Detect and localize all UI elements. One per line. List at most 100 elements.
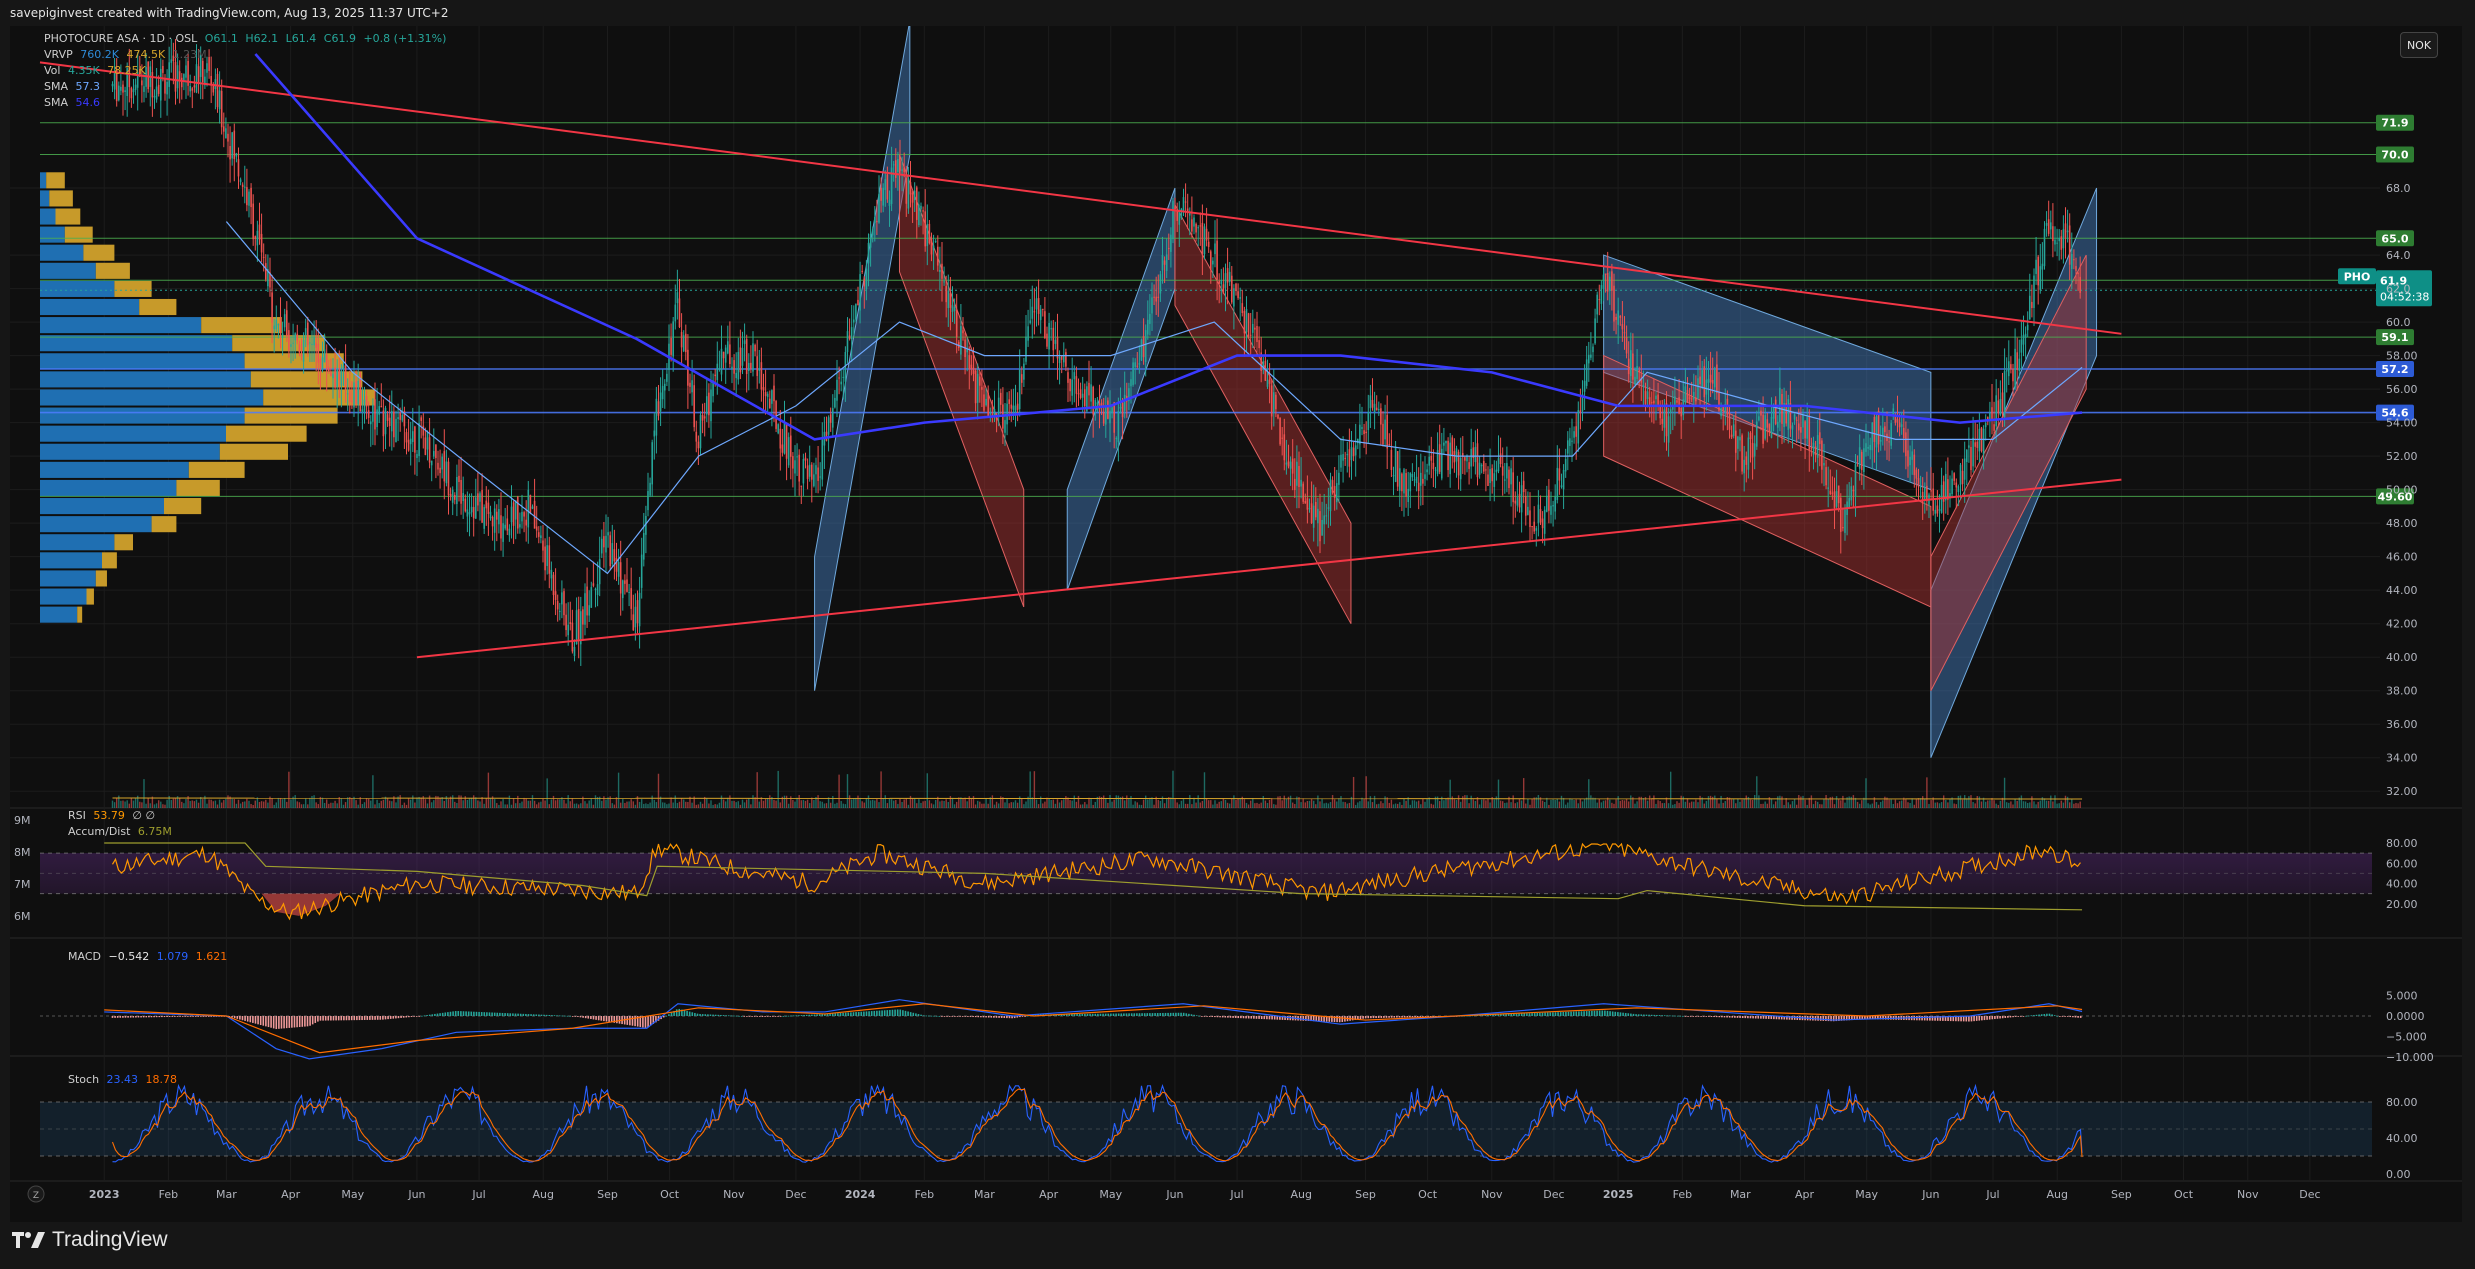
x-tick-label: Aug xyxy=(533,1188,554,1201)
currency-button[interactable]: NOK xyxy=(2400,32,2438,58)
volume-bar xyxy=(1894,799,1897,808)
candle-body xyxy=(672,321,674,357)
macd-hist-bar xyxy=(119,1016,122,1018)
macd-hist-bar xyxy=(1687,1016,1689,1017)
volume-bar xyxy=(777,770,779,808)
candle-body xyxy=(1440,448,1443,479)
macd-hist-bar xyxy=(1409,1016,1411,1018)
volume-bar xyxy=(1222,798,1225,808)
volume-bar xyxy=(265,799,267,808)
candle-body xyxy=(481,490,483,523)
tradingview-logo[interactable]: TradingView xyxy=(12,1228,168,1252)
candle-body xyxy=(1396,451,1399,487)
volume-bar xyxy=(533,800,536,808)
volume-bar xyxy=(1657,800,1659,808)
volume-bar xyxy=(880,771,882,808)
volume-bar xyxy=(640,799,643,808)
macd-signal-line[interactable] xyxy=(104,1003,2083,1054)
chart-svg[interactable]: 71.970.065.062.559.157.254.649.60PHO61.9… xyxy=(10,20,2462,1222)
volume-bar xyxy=(1577,803,1579,808)
volume-bar xyxy=(1042,803,1044,808)
volume-bar xyxy=(1052,799,1054,808)
candle-body xyxy=(1764,415,1766,439)
y-tick-label: 38.00 xyxy=(2386,685,2418,698)
candle-body xyxy=(2064,223,2067,238)
candle-body xyxy=(531,506,534,509)
volume-bar xyxy=(1995,803,1997,808)
vp-down-bar xyxy=(77,606,83,623)
macd-hist-bar xyxy=(2030,1015,2033,1017)
volume-bar xyxy=(1102,795,1105,808)
candle-body xyxy=(390,410,393,432)
candle-body xyxy=(166,81,168,95)
candle-body xyxy=(1241,303,1244,314)
macd-hist-bar xyxy=(769,1016,772,1017)
candle-body xyxy=(993,409,996,416)
volume-bar xyxy=(1065,796,1067,808)
volume-bar xyxy=(1176,802,1178,808)
candle-body xyxy=(852,319,855,323)
candle-body xyxy=(449,493,452,497)
macd-hist-bar xyxy=(683,1010,686,1016)
x-tick-label: Nov xyxy=(1481,1188,1503,1201)
volume-bar xyxy=(155,803,158,808)
volume-bar xyxy=(2075,802,2077,808)
volume-bar xyxy=(1048,798,1050,808)
volume-bar xyxy=(1510,802,1512,808)
trendline[interactable] xyxy=(39,61,2122,335)
macd-hist-bar xyxy=(772,1016,774,1017)
candle-body xyxy=(754,344,756,352)
candle-body xyxy=(1527,506,1529,515)
candle-body xyxy=(691,380,693,393)
volume-bar xyxy=(1235,799,1237,808)
macd-hist-bar xyxy=(605,1016,608,1022)
candle-body xyxy=(842,376,845,378)
macd-hist-bar xyxy=(946,1016,948,1017)
candle-body xyxy=(705,396,708,415)
volume-bar xyxy=(1609,799,1611,808)
volume-bar xyxy=(1611,802,1613,808)
chart-area[interactable]: 71.970.065.062.559.157.254.649.60PHO61.9… xyxy=(10,20,2462,1222)
macd-line[interactable] xyxy=(104,999,2083,1060)
volume-bar xyxy=(1615,799,1617,808)
volume-bar xyxy=(1071,800,1073,808)
volume-bar xyxy=(502,798,504,808)
candle-body xyxy=(1606,272,1609,292)
candle-body xyxy=(714,374,716,377)
candle-body xyxy=(141,80,143,86)
volume-bar xyxy=(1485,800,1487,808)
volume-bar xyxy=(911,798,914,808)
candle-body xyxy=(1468,462,1470,469)
volume-bar xyxy=(762,800,765,808)
volume-bar xyxy=(1094,801,1096,808)
macd-hist-bar xyxy=(922,1015,925,1017)
volume-bar xyxy=(1743,798,1745,808)
candle-body xyxy=(1205,228,1208,241)
volume-bar xyxy=(731,800,733,808)
volume-bar xyxy=(218,799,221,808)
candle-body xyxy=(1233,288,1235,307)
legend-macd-name: MACD xyxy=(68,950,101,963)
candle-body xyxy=(1875,416,1878,448)
macd-hist-bar xyxy=(1138,1013,1141,1016)
candle-body xyxy=(1407,488,1409,503)
candle-body xyxy=(680,332,683,348)
candle-body xyxy=(2039,266,2042,290)
candle-body xyxy=(1659,406,1661,419)
macd-hist-bar xyxy=(608,1016,610,1022)
candle-body xyxy=(542,540,544,551)
candle-body xyxy=(1119,406,1122,409)
candle-body xyxy=(1657,394,1659,405)
candle-body xyxy=(873,216,876,224)
volume-bar xyxy=(1575,799,1577,808)
candle-body xyxy=(304,328,307,336)
candle-body xyxy=(197,66,200,83)
candle-body xyxy=(1445,440,1447,444)
candle-body xyxy=(218,90,221,110)
candle-body xyxy=(678,298,681,328)
candle-body xyxy=(1497,458,1500,472)
vp-down-bar xyxy=(114,280,152,297)
candle-body xyxy=(1298,466,1300,488)
candle-body xyxy=(327,366,330,372)
macd-hist-bar xyxy=(733,1015,735,1017)
